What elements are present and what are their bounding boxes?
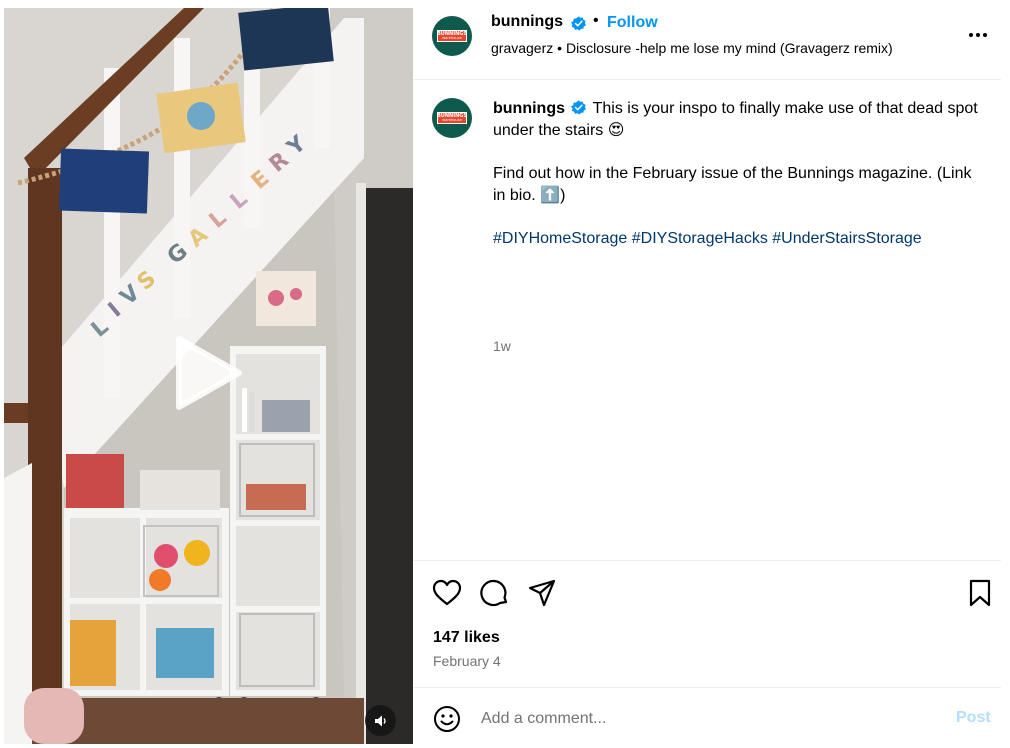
share-icon[interactable] [527, 578, 557, 608]
post-caption: BUNNINGS warehouse bunnings This is your… [413, 80, 1001, 560]
sound-toggle-button[interactable] [365, 705, 396, 736]
comment-input[interactable] [481, 704, 921, 734]
username-link[interactable]: bunnings [491, 13, 563, 31]
bunnings-logo: BUNNINGS warehouse [437, 30, 467, 42]
heart-icon[interactable] [432, 578, 462, 608]
audio-separator: • [557, 40, 563, 56]
post-header: BUNNINGS warehouse bunnings • Follow gra… [413, 0, 1001, 80]
caption-text: bunnings This is your inspo to finally m… [493, 98, 983, 250]
more-options-icon[interactable] [966, 26, 990, 44]
up-arrow-emoji: ⬆️ [540, 187, 561, 204]
comment-box: Post [413, 687, 1001, 748]
audio-attribution[interactable]: gravagerz • Disclosure -help me lose my … [491, 40, 893, 56]
caption-line-2-end: ) [560, 187, 566, 204]
separator-dot: • [593, 12, 599, 29]
post-actions: 147 likes February 4 [413, 560, 1001, 688]
audio-title[interactable]: Disclosure -help me lose my mind (Gravag… [566, 40, 893, 56]
hashtag-link[interactable]: #DIYHomeStorage [493, 230, 627, 247]
caption-username[interactable]: bunnings [493, 100, 565, 117]
heart-eyes-emoji: 😍 [607, 122, 625, 139]
play-icon[interactable] [167, 333, 247, 413]
comment-icon[interactable] [480, 578, 510, 608]
avatar[interactable]: BUNNINGS warehouse [432, 16, 472, 56]
emoji-icon[interactable] [432, 704, 462, 734]
caption-line-1: This is your inspo to finally make use o… [493, 100, 978, 139]
post-comment-button[interactable]: Post [956, 709, 991, 727]
follow-button[interactable]: Follow [607, 14, 658, 32]
caption-avatar[interactable]: BUNNINGS warehouse [432, 98, 472, 138]
sound-icon [374, 715, 386, 726]
caption-timestamp[interactable]: 1w [493, 338, 511, 354]
post-side-panel: BUNNINGS warehouse bunnings • Follow gra… [413, 0, 1001, 748]
post-media-video[interactable]: L I V S G A L L E R Y [4, 8, 413, 744]
hashtag-list: #DIYHomeStorage #DIYStorageHacks #UnderS… [493, 228, 983, 250]
bookmark-icon[interactable] [965, 578, 995, 608]
hashtag-link[interactable]: #UnderStairsStorage [772, 230, 921, 247]
hashtag-link[interactable]: #DIYStorageHacks [632, 230, 768, 247]
post-date[interactable]: February 4 [433, 653, 501, 669]
verified-badge-icon [571, 16, 586, 31]
audio-artist[interactable]: gravagerz [491, 40, 553, 56]
bunnings-logo: BUNNINGS warehouse [437, 112, 467, 124]
verified-badge-icon [571, 100, 587, 115]
likes-count[interactable]: 147 likes [433, 629, 500, 647]
